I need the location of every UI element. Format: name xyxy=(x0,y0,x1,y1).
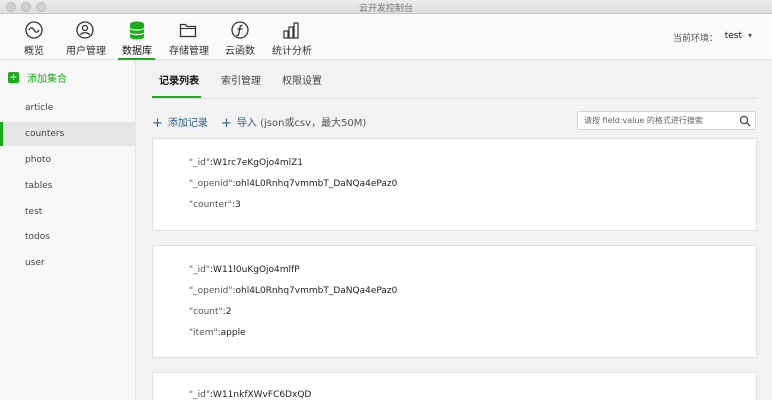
add-icon: + xyxy=(8,71,19,83)
top-toolbar: 概览 用户管理 数据库 存储管理 云函数 统计分析 当前环境： test ▾ xyxy=(0,14,772,60)
tab-record-list[interactable]: 记录列表 xyxy=(159,72,199,87)
title-bar: 云开发控制台 xyxy=(0,0,772,14)
window-title: 云开发控制台 xyxy=(358,4,413,14)
toolbar-label: 云函数 xyxy=(225,46,255,57)
toolbar-label: 统计分析 xyxy=(272,46,312,57)
record-field: "item":apple xyxy=(189,328,246,338)
add-record-button[interactable]: + 添加记录 xyxy=(152,114,208,131)
plus-icon: + xyxy=(152,116,163,131)
env-label: 当前环境： xyxy=(672,34,718,44)
field-value: W1rc7eKgOjo4mlZ1 xyxy=(213,158,303,168)
record-field: "counter":3 xyxy=(189,200,241,210)
collection-item-tables[interactable]: tables xyxy=(0,174,136,198)
database-icon xyxy=(129,21,144,40)
field-value: 2 xyxy=(225,307,232,317)
field-key: "item" xyxy=(189,328,218,338)
record-field: "_openid":ohl4L0Rnhq7vmmbT_DaNQa4ePaz0 xyxy=(189,179,398,189)
overview-icon xyxy=(25,21,43,39)
field-value: W11l0uKgOjo4mlfP xyxy=(213,265,300,275)
field-key: "_openid" xyxy=(189,179,233,189)
toolbar-overview[interactable]: 概览 xyxy=(22,14,46,60)
toolbar-label: 用户管理 xyxy=(66,46,106,57)
tabs-divider xyxy=(152,98,757,99)
field-key: "_id" xyxy=(189,158,210,168)
record-field: "count":2 xyxy=(189,307,232,317)
env-selector[interactable]: test xyxy=(725,31,742,41)
record-field: "_id":W11l0uKgOjo4mlfP xyxy=(189,265,300,275)
cloud-function-icon xyxy=(230,21,249,39)
main-panel: 记录列表 索引管理 权限设置 + 添加记录 + 导入 (json或csv，最大50M… xyxy=(137,60,772,400)
plus-icon: + xyxy=(221,116,232,131)
toolbar-statistics[interactable]: 统计分析 xyxy=(272,14,312,60)
toolbar-database[interactable]: 数据库 xyxy=(118,14,155,60)
collection-item-user[interactable]: user xyxy=(0,251,136,275)
collection-item-article[interactable]: article xyxy=(0,96,136,120)
toolbar-label: 存储管理 xyxy=(169,46,209,57)
add-collection-label: 添加集合 xyxy=(27,73,67,85)
toolbar-user-management[interactable]: 用户管理 xyxy=(66,14,106,60)
chevron-down-icon[interactable]: ▾ xyxy=(748,31,752,40)
active-tab-indicator xyxy=(152,96,201,98)
import-label: 导入 xyxy=(236,118,257,129)
field-key: "_id" xyxy=(189,265,210,275)
search-input[interactable] xyxy=(584,114,734,127)
collection-item-todos[interactable]: todos xyxy=(0,225,136,249)
record-card[interactable]: "_id":W1rc7eKgOjo4mlZ1 "_openid":ohl4L0R… xyxy=(152,138,757,231)
collection-item-photo[interactable]: photo xyxy=(0,148,136,172)
user-icon xyxy=(76,21,94,39)
field-value: W11nkfXWvFC6DxQD xyxy=(213,390,312,400)
add-record-label: 添加记录 xyxy=(167,118,208,129)
record-field: "_id":W11nkfXWvFC6DxQD xyxy=(189,390,312,400)
record-field: "_openid":ohl4L0Rnhq7vmmbT_DaNQa4ePaz0 xyxy=(189,286,398,296)
toolbar-cloud-functions[interactable]: 云函数 xyxy=(225,14,255,60)
collection-item-test[interactable]: test xyxy=(0,200,136,224)
import-button[interactable]: + 导入 (json或csv，最大50M) xyxy=(221,114,366,131)
toolbar-label: 数据库 xyxy=(122,46,152,57)
toolbar-label: 概览 xyxy=(24,46,44,57)
field-key: "_id" xyxy=(189,390,210,400)
search-box xyxy=(577,111,756,130)
import-hint: (json或csv，最大50M) xyxy=(260,118,367,129)
collection-sidebar: + 添加集合 article counters photo tables tes… xyxy=(0,60,136,400)
tab-index-management[interactable]: 索引管理 xyxy=(221,72,261,87)
bar-chart-icon xyxy=(283,22,299,39)
folder-icon xyxy=(179,23,197,38)
field-key: "_openid" xyxy=(189,286,233,296)
collection-item-counters[interactable]: counters xyxy=(0,122,136,146)
record-field: "_id":W1rc7eKgOjo4mlZ1 xyxy=(189,158,303,168)
field-value: ohl4L0Rnhq7vmmbT_DaNQa4ePaz0 xyxy=(235,179,398,189)
field-value: 3 xyxy=(234,200,241,210)
field-value: apple xyxy=(220,328,246,338)
field-value: ohl4L0Rnhq7vmmbT_DaNQa4ePaz0 xyxy=(235,286,398,296)
toolbar-storage[interactable]: 存储管理 xyxy=(169,14,209,60)
search-icon[interactable] xyxy=(739,115,751,127)
field-key: "count" xyxy=(189,307,223,317)
tab-permission-settings[interactable]: 权限设置 xyxy=(282,72,322,87)
record-card[interactable]: "_id":W11l0uKgOjo4mlfP "_openid":ohl4L0R… xyxy=(152,245,757,358)
field-key: "counter" xyxy=(189,200,232,210)
add-collection-button[interactable]: + 添加集合 xyxy=(8,70,67,85)
record-card[interactable]: "_id":W11nkfXWvFC6DxQD xyxy=(152,372,757,400)
